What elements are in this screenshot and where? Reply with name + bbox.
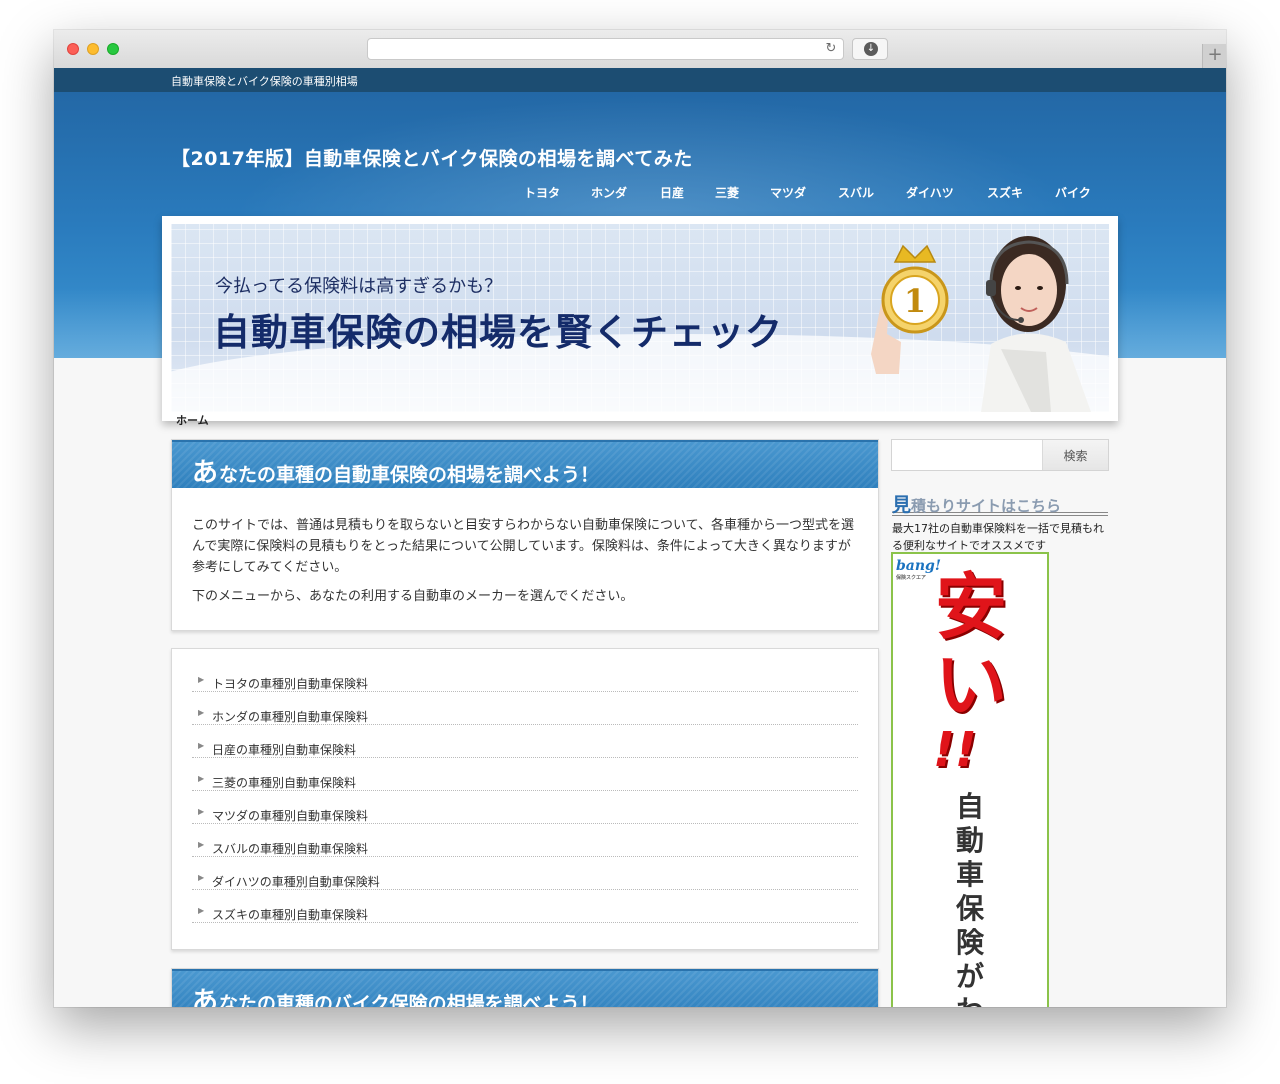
banner-image: 今払ってる保険料は高すぎるかも？ 自動車保険の相場を賢くチェック 1 — [171, 224, 1109, 412]
section-title: あなたの車種のバイク保険の相場を調べよう！ — [192, 987, 599, 1007]
crown-number: 1 — [904, 282, 926, 320]
search-input[interactable] — [892, 440, 1042, 470]
ad-exclaim: !! — [933, 722, 977, 778]
widget-description: 最大17社の自動車保険料を一括で見積もれる便利なサイトでオススメです — [892, 522, 1104, 552]
minimize-window-button[interactable] — [87, 43, 99, 55]
nav-item-mitsubishi[interactable]: 三菱 — [715, 184, 739, 201]
search-form: 検索 — [891, 439, 1109, 471]
download-icon: ↓ — [864, 42, 878, 56]
nav-item-suzuki[interactable]: スズキ — [987, 184, 1023, 201]
list-item-nissan[interactable]: ▶ 日産の車種別自動車保険料 — [192, 725, 858, 758]
ad-cheap-text: 安い — [934, 565, 1007, 727]
reload-icon[interactable]: ↻ — [824, 42, 838, 56]
list-arrow-icon: ▶ — [198, 708, 205, 717]
list-arrow-icon: ▶ — [198, 873, 205, 882]
browser-window: ↻ ↓ + 自動車保険とバイク保険の車種別相場 【2017年版】自動車保険とバイ… — [54, 30, 1226, 1007]
search-button[interactable]: 検索 — [1042, 440, 1108, 470]
nav-item-nissan[interactable]: 日産 — [660, 184, 684, 201]
car-insurance-section: あなたの車種の自動車保険の相場を調べよう！ このサイトでは、普通は見積もりを取ら… — [171, 439, 879, 631]
instruction-paragraph: 下のメニューから、あなたの利用する自動車のメーカーを選んでください。 — [192, 589, 634, 604]
breadcrumb: ホーム — [176, 412, 209, 428]
list-item-daihatsu[interactable]: ▶ ダイハツの車種別自動車保険料 — [192, 857, 858, 890]
list-arrow-icon: ▶ — [198, 840, 205, 849]
maker-list-box: ▶ トヨタの車種別自動車保険料 ▶ ホンダの車種別自動車保険料 ▶ 日産の車種別… — [171, 648, 879, 950]
download-button[interactable]: ↓ — [852, 38, 888, 60]
list-item-honda[interactable]: ▶ ホンダの車種別自動車保険料 — [192, 692, 858, 725]
browser-toolbar: ↻ ↓ + — [54, 30, 1226, 69]
header-banner[interactable]: 今払ってる保険料は高すぎるかも？ 自動車保険の相場を賢くチェック 1 — [162, 216, 1118, 421]
section-header: あなたの車種の自動車保険の相場を調べよう！ — [172, 440, 878, 488]
list-item-suzuki[interactable]: ▶ スズキの車種別自動車保険料 — [192, 890, 858, 923]
web-page: 自動車保険とバイク保険の車種別相場 【2017年版】自動車保険とバイク保険の相場… — [54, 68, 1226, 1007]
list-item-mitsubishi[interactable]: ▶ 三菱の車種別自動車保険料 — [192, 758, 858, 791]
list-arrow-icon: ▶ — [198, 741, 205, 750]
site-topbar: 自動車保険とバイク保険の車種別相場 — [54, 68, 1226, 92]
list-item-subaru[interactable]: ▶ スバルの車種別自動車保険料 — [192, 824, 858, 857]
list-item-mazda[interactable]: ▶ マツダの車種別自動車保険料 — [192, 791, 858, 824]
ad-vertical-text: 自動車保険がわかる — [955, 790, 984, 1007]
banner-headline: 自動車保険の相場を賢くチェック — [213, 311, 783, 354]
widget-title: 見積もりサイトはこちら — [892, 490, 1108, 516]
list-arrow-icon: ▶ — [198, 774, 205, 783]
bike-insurance-section: あなたの車種のバイク保険の相場を調べよう！ — [171, 968, 879, 1007]
insurance-ad-banner[interactable]: bang!保険スクエア 安い !! 自動車保険がわかる — [891, 552, 1049, 1007]
address-bar[interactable]: ↻ — [367, 38, 844, 60]
zoom-window-button[interactable] — [107, 43, 119, 55]
banner-subtitle: 今払ってる保険料は高すぎるかも？ — [215, 276, 503, 297]
nav-item-daihatsu[interactable]: ダイハツ — [906, 184, 954, 201]
main-navigation: トヨタ ホンダ 日産 三菱 マツダ スバル ダイハツ スズキ バイク — [524, 184, 1114, 204]
site-title[interactable]: 【2017年版】自動車保険とバイク保険の相場を調べてみた — [171, 144, 693, 171]
nav-item-honda[interactable]: ホンダ — [591, 184, 627, 201]
nav-item-bike[interactable]: バイク — [1055, 184, 1091, 201]
intro-paragraph: このサイトでは、普通は見積もりを取らないと目安すらわからない自動車保険について、… — [192, 518, 854, 575]
nav-item-subaru[interactable]: スバル — [838, 184, 874, 201]
nav-item-mazda[interactable]: マツダ — [770, 184, 806, 201]
breadcrumb-home[interactable]: ホーム — [176, 414, 209, 427]
list-arrow-icon: ▶ — [198, 675, 205, 684]
list-item-toyota[interactable]: ▶ トヨタの車種別自動車保険料 — [192, 659, 858, 692]
new-tab-icon[interactable]: + — [1202, 44, 1226, 68]
section-title: あなたの車種の自動車保険の相場を調べよう！ — [192, 458, 600, 488]
topbar-text: 自動車保険とバイク保険の車種別相場 — [171, 75, 358, 88]
section-header: あなたの車種のバイク保険の相場を調べよう！ — [172, 969, 878, 1007]
close-window-button[interactable] — [67, 43, 79, 55]
nav-item-toyota[interactable]: トヨタ — [524, 184, 560, 201]
list-arrow-icon: ▶ — [198, 807, 205, 816]
list-arrow-icon: ▶ — [198, 906, 205, 915]
crown-icon: 1 — [881, 244, 949, 334]
